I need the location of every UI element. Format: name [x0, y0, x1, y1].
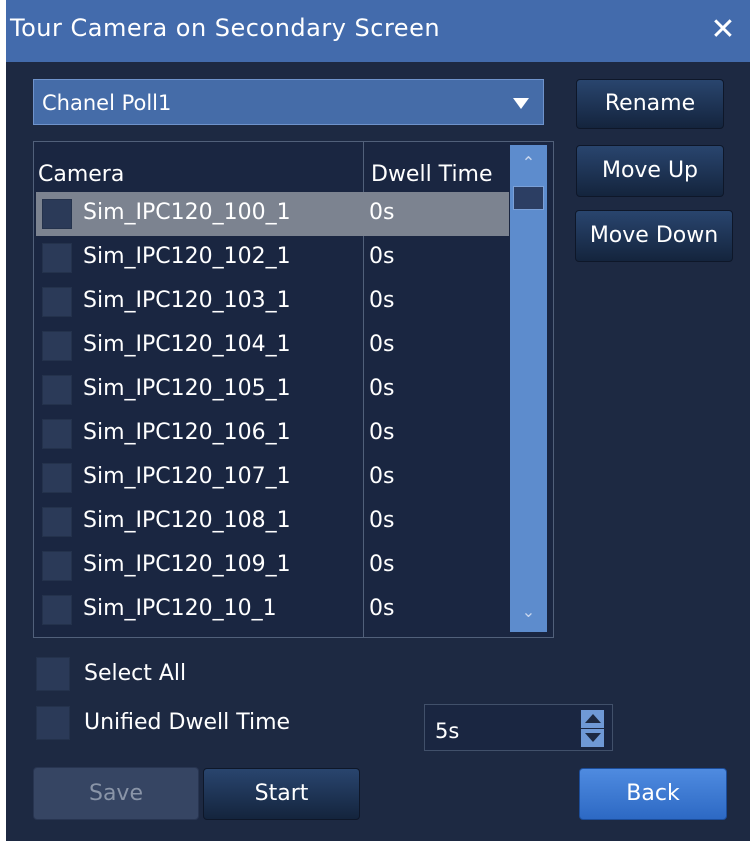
- table-row[interactable]: Sim_IPC120_106_1 0s: [36, 412, 509, 456]
- row-checkbox[interactable]: [42, 595, 72, 625]
- start-button[interactable]: Start: [203, 768, 360, 820]
- dwell-time: 0s: [369, 376, 395, 401]
- row-checkbox[interactable]: [42, 463, 72, 493]
- dwell-time-value[interactable]: 5s: [435, 719, 459, 743]
- camera-name: Sim_IPC120_105_1: [83, 376, 291, 401]
- table-row[interactable]: Sim_IPC120_104_1 0s: [36, 324, 509, 368]
- dwell-time: 0s: [369, 464, 395, 489]
- camera-table: Camera Dwell Time Sim_IPC120_100_1 0s Si…: [33, 141, 554, 638]
- chevron-down-icon[interactable]: [513, 98, 529, 109]
- table-row[interactable]: Sim_IPC120_109_1 0s: [36, 544, 509, 588]
- title-bar: Tour Camera on Secondary Screen ✕: [6, 0, 750, 62]
- camera-name: Sim_IPC120_109_1: [83, 552, 291, 577]
- dwell-time: 0s: [369, 596, 395, 621]
- dwell-time-stepper[interactable]: 5s: [424, 704, 613, 751]
- dwell-time: 0s: [369, 552, 395, 577]
- row-checkbox[interactable]: [42, 199, 72, 229]
- select-all-label: Select All: [84, 661, 187, 686]
- unified-dwell-label: Unified Dwell Time: [84, 710, 291, 735]
- table-row[interactable]: Sim_IPC120_108_1 0s: [36, 500, 509, 544]
- camera-name: Sim_IPC120_107_1: [83, 464, 291, 489]
- scroll-thumb[interactable]: [513, 186, 544, 210]
- dwell-time: 0s: [369, 508, 395, 533]
- table-row[interactable]: Sim_IPC120_102_1 0s: [36, 236, 509, 280]
- table-scrollbar[interactable]: ⌃ ⌄: [510, 145, 547, 632]
- increment-icon[interactable]: [581, 710, 604, 728]
- select-all-checkbox[interactable]: [36, 657, 70, 691]
- camera-name: Sim_IPC120_104_1: [83, 332, 291, 357]
- poll-select[interactable]: Chanel Poll1: [33, 79, 544, 125]
- close-icon[interactable]: ✕: [708, 12, 738, 48]
- row-checkbox[interactable]: [42, 243, 72, 273]
- column-header-dwell-time[interactable]: Dwell Time: [371, 162, 510, 187]
- row-checkbox[interactable]: [42, 331, 72, 361]
- save-button[interactable]: Save: [33, 767, 199, 820]
- rename-button[interactable]: Rename: [576, 79, 724, 129]
- scroll-up-icon[interactable]: ⌃: [510, 145, 547, 183]
- table-row[interactable]: Sim_IPC120_10_1 0s: [36, 588, 509, 632]
- row-checkbox[interactable]: [42, 551, 72, 581]
- back-button[interactable]: Back: [579, 768, 727, 820]
- row-checkbox[interactable]: [42, 507, 72, 537]
- decrement-icon[interactable]: [581, 729, 604, 747]
- move-down-button[interactable]: Move Down: [575, 210, 733, 262]
- window-title: Tour Camera on Secondary Screen: [10, 14, 441, 42]
- table-row[interactable]: Sim_IPC120_100_1 0s: [36, 192, 509, 236]
- row-checkbox[interactable]: [42, 375, 72, 405]
- row-checkbox[interactable]: [42, 419, 72, 449]
- dwell-time: 0s: [369, 244, 395, 269]
- camera-name: Sim_IPC120_102_1: [83, 244, 291, 269]
- dwell-time: 0s: [369, 332, 395, 357]
- column-header-camera[interactable]: Camera: [38, 162, 124, 187]
- poll-select-value: Chanel Poll1: [42, 91, 172, 115]
- table-row[interactable]: Sim_IPC120_105_1 0s: [36, 368, 509, 412]
- camera-name: Sim_IPC120_100_1: [83, 200, 291, 225]
- unified-dwell-checkbox[interactable]: [36, 706, 70, 740]
- table-row[interactable]: Sim_IPC120_107_1 0s: [36, 456, 509, 500]
- camera-name: Sim_IPC120_10_1: [83, 596, 277, 621]
- dwell-time: 0s: [369, 288, 395, 313]
- move-up-button[interactable]: Move Up: [576, 145, 724, 197]
- camera-name: Sim_IPC120_108_1: [83, 508, 291, 533]
- tour-camera-dialog: Tour Camera on Secondary Screen ✕ Chanel…: [6, 0, 750, 841]
- scroll-down-icon[interactable]: ⌄: [510, 594, 547, 632]
- row-checkbox[interactable]: [42, 287, 72, 317]
- camera-name: Sim_IPC120_106_1: [83, 420, 291, 445]
- dwell-time: 0s: [369, 200, 395, 225]
- table-row[interactable]: Sim_IPC120_103_1 0s: [36, 280, 509, 324]
- dwell-time: 0s: [369, 420, 395, 445]
- camera-name: Sim_IPC120_103_1: [83, 288, 291, 313]
